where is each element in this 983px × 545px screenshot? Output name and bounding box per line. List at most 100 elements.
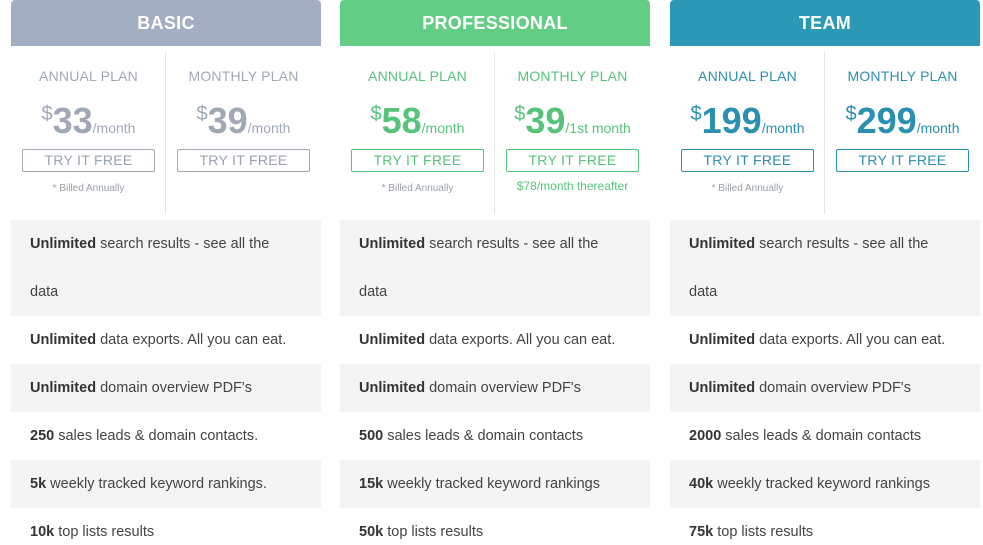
- pricing-box: ANNUAL PLAN $199/month TRY IT FREE * Bil…: [670, 46, 980, 220]
- feature-text: sales leads & domain contacts: [721, 428, 922, 444]
- feature-highlight: 250: [30, 428, 55, 444]
- billing-note: * Billed Annually: [711, 183, 784, 194]
- feature-row: Unlimited domain overview PDF's: [11, 364, 321, 412]
- feature-list: Unlimited search results - see all the d…: [11, 220, 321, 545]
- currency-symbol: $: [514, 103, 526, 125]
- feature-text: data exports. All you can eat.: [96, 332, 287, 348]
- try-it-free-button-monthly[interactable]: TRY IT FREE: [177, 149, 310, 172]
- feature-row: 15k weekly tracked keyword rankings: [340, 460, 650, 508]
- plan-type-label: MONTHLY PLAN: [847, 68, 958, 84]
- feature-row: 5k weekly tracked keyword rankings.: [11, 460, 321, 508]
- feature-highlight: 75k: [689, 524, 714, 540]
- annual-plan: ANNUAL PLAN $33/month TRY IT FREE * Bill…: [11, 46, 166, 220]
- feature-text: top lists results: [383, 524, 484, 540]
- price-period: /1st month: [565, 120, 631, 136]
- feature-list: Unlimited search results - see all the d…: [340, 220, 650, 545]
- billing-note: * Billed Annually: [52, 183, 125, 194]
- feature-text: domain overview PDF's: [755, 380, 911, 396]
- try-it-free-button-annual[interactable]: TRY IT FREE: [351, 149, 484, 172]
- currency-symbol: $: [690, 103, 702, 125]
- price: $299/month: [825, 101, 980, 141]
- feature-row: Unlimited search results - see all the d…: [670, 220, 980, 316]
- billing-note: * Billed Annually: [381, 183, 454, 194]
- plan-type-label: ANNUAL PLAN: [39, 68, 138, 84]
- feature-row: 500 sales leads & domain contacts: [340, 412, 650, 460]
- feature-highlight: Unlimited: [359, 380, 426, 396]
- plan-header: PROFESSIONAL: [340, 0, 650, 46]
- feature-highlight: Unlimited: [30, 332, 97, 348]
- feature-highlight: Unlimited: [30, 380, 97, 396]
- feature-highlight: Unlimited: [689, 380, 756, 396]
- plan-column-professional: PROFESSIONAL ANNUAL PLAN $58/month TRY I…: [340, 0, 650, 545]
- feature-list: Unlimited search results - see all the d…: [670, 220, 980, 545]
- annual-plan: ANNUAL PLAN $199/month TRY IT FREE * Bil…: [670, 46, 825, 220]
- feature-row: Unlimited data exports. All you can eat.: [670, 316, 980, 364]
- feature-row: 40k weekly tracked keyword rankings: [670, 460, 980, 508]
- feature-row: Unlimited domain overview PDF's: [340, 364, 650, 412]
- feature-highlight: 50k: [359, 524, 384, 540]
- plan-type-label: MONTHLY PLAN: [188, 68, 299, 84]
- price-amount: 199: [701, 100, 762, 141]
- price-period: /month: [761, 120, 805, 136]
- price-period: /month: [421, 120, 465, 136]
- feature-text: top lists results: [713, 524, 814, 540]
- feature-row: 50k top lists results: [340, 508, 650, 545]
- monthly-note: $78/month thereafter: [516, 179, 629, 193]
- price-period: /month: [916, 120, 960, 136]
- plan-type-label: MONTHLY PLAN: [517, 68, 628, 84]
- price-amount: 33: [52, 100, 93, 141]
- plan-column-team: TEAM ANNUAL PLAN $199/month TRY IT FREE …: [670, 0, 980, 545]
- currency-symbol: $: [41, 103, 53, 125]
- feature-highlight: Unlimited: [689, 332, 756, 348]
- feature-text: data exports. All you can eat.: [425, 332, 616, 348]
- feature-row: 2000 sales leads & domain contacts: [670, 412, 980, 460]
- try-it-free-button-monthly[interactable]: TRY IT FREE: [506, 149, 639, 172]
- monthly-plan: MONTHLY PLAN $39/month TRY IT FREE: [166, 46, 321, 220]
- feature-highlight: 5k: [30, 476, 47, 492]
- monthly-plan: MONTHLY PLAN $299/month TRY IT FREE: [825, 46, 980, 220]
- feature-text: weekly tracked keyword rankings.: [46, 476, 267, 492]
- price-amount: 39: [207, 100, 248, 141]
- price-period: /month: [92, 120, 136, 136]
- feature-highlight: 15k: [359, 476, 384, 492]
- currency-symbol: $: [845, 103, 857, 125]
- feature-row: Unlimited search results - see all the d…: [340, 220, 650, 316]
- feature-text: domain overview PDF's: [425, 380, 581, 396]
- price-amount: 58: [381, 100, 422, 141]
- try-it-free-button-monthly[interactable]: TRY IT FREE: [836, 149, 969, 172]
- pricing-box: ANNUAL PLAN $58/month TRY IT FREE * Bill…: [340, 46, 650, 220]
- feature-text: weekly tracked keyword rankings: [713, 476, 930, 492]
- feature-text: domain overview PDF's: [96, 380, 252, 396]
- feature-highlight: 10k: [30, 524, 55, 540]
- price: $39/month: [166, 101, 321, 141]
- feature-text: sales leads & domain contacts: [383, 428, 584, 444]
- feature-text: weekly tracked keyword rankings: [383, 476, 600, 492]
- plan-column-basic: BASIC ANNUAL PLAN $33/month TRY IT FREE …: [11, 0, 321, 545]
- feature-row: 75k top lists results: [670, 508, 980, 545]
- feature-highlight: Unlimited: [359, 332, 426, 348]
- plan-type-label: ANNUAL PLAN: [368, 68, 467, 84]
- feature-highlight: 500: [359, 428, 384, 444]
- price-amount: 39: [525, 100, 566, 141]
- feature-row: Unlimited search results - see all the d…: [11, 220, 321, 316]
- plan-header: BASIC: [11, 0, 321, 46]
- try-it-free-button-annual[interactable]: TRY IT FREE: [681, 149, 814, 172]
- currency-symbol: $: [370, 103, 382, 125]
- price: $58/month: [340, 101, 495, 141]
- price: $33/month: [11, 101, 166, 141]
- currency-symbol: $: [196, 103, 208, 125]
- feature-highlight: Unlimited: [359, 236, 426, 252]
- plan-type-label: ANNUAL PLAN: [698, 68, 797, 84]
- feature-row: Unlimited data exports. All you can eat.: [340, 316, 650, 364]
- price-amount: 299: [856, 100, 917, 141]
- feature-row: Unlimited data exports. All you can eat.: [11, 316, 321, 364]
- annual-plan: ANNUAL PLAN $58/month TRY IT FREE * Bill…: [340, 46, 495, 220]
- feature-row: 10k top lists results: [11, 508, 321, 545]
- feature-text: top lists results: [54, 524, 155, 540]
- plan-header: TEAM: [670, 0, 980, 46]
- feature-row: 250 sales leads & domain contacts.: [11, 412, 321, 460]
- feature-highlight: Unlimited: [30, 236, 97, 252]
- feature-highlight: Unlimited: [689, 236, 756, 252]
- monthly-plan: MONTHLY PLAN $39/1st month TRY IT FREE $…: [495, 46, 650, 220]
- try-it-free-button-annual[interactable]: TRY IT FREE: [22, 149, 155, 172]
